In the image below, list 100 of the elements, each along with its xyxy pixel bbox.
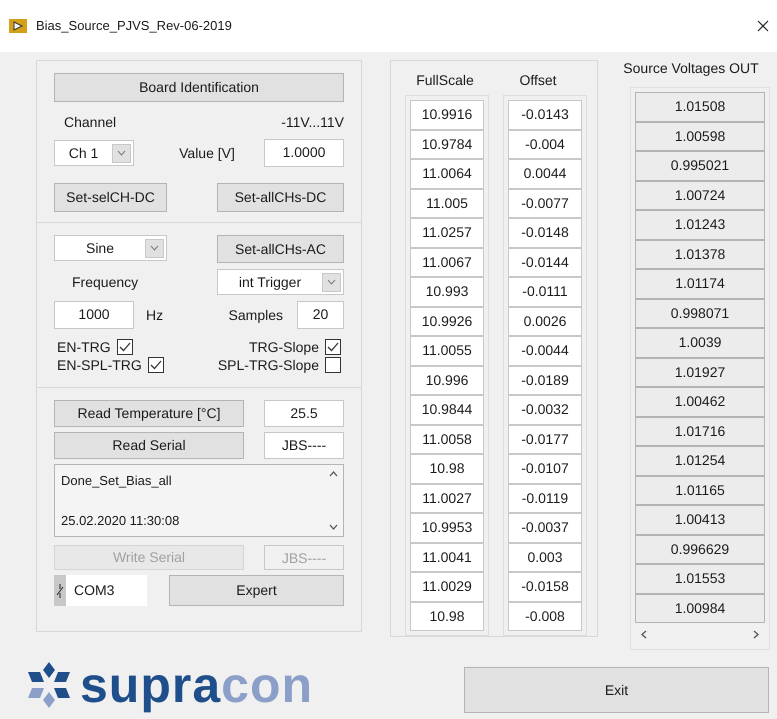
table-cell[interactable]: -0.008 [508, 602, 582, 631]
table-cell[interactable]: 10.9916 [410, 100, 484, 130]
table-cell[interactable]: 0.0026 [508, 306, 582, 336]
table-cell[interactable]: 11.0067 [410, 248, 484, 277]
table-cell[interactable]: -0.0143 [508, 100, 582, 130]
read-serial-button[interactable]: Read Serial [54, 432, 244, 459]
table-cell[interactable]: -0.0077 [508, 188, 582, 218]
channel-label: Channel [64, 113, 116, 132]
table-cell[interactable]: 11.005 [410, 188, 484, 218]
output-value: 1.01243 [635, 210, 765, 240]
samples-field[interactable]: 20 [297, 301, 344, 329]
frequency-unit: Hz [146, 306, 164, 324]
table-cell[interactable]: 10.9926 [410, 306, 484, 336]
expert-button[interactable]: Expert [169, 575, 344, 606]
table-cell[interactable]: -0.0189 [508, 366, 582, 395]
output-value: 0.996629 [635, 534, 765, 564]
column-header: FullScale [415, 71, 475, 90]
table-cell[interactable]: 10.98 [410, 454, 484, 484]
table-cell[interactable]: -0.004 [508, 130, 582, 159]
table-cell[interactable]: 10.9844 [410, 395, 484, 424]
table-cell[interactable]: -0.0158 [508, 572, 582, 602]
board-identification-button[interactable]: Board Identification [54, 73, 344, 102]
checkbox-label: EN-SPL-TRG [57, 357, 142, 373]
channel-select[interactable]: Ch 1 [54, 140, 134, 166]
output-value: 1.01254 [635, 446, 765, 476]
output-value: 1.01378 [635, 240, 765, 269]
table-cell[interactable]: 10.996 [410, 366, 484, 395]
checkbox-label: TRG-Slope [248, 339, 319, 355]
table-cell[interactable]: 0.0044 [508, 159, 582, 188]
table-cell[interactable]: -0.0144 [508, 248, 582, 277]
set-selected-channel-dc-button[interactable]: Set-selCH-DC [54, 183, 167, 212]
table-cell[interactable]: -0.0111 [508, 277, 582, 306]
output-value: 1.01927 [635, 358, 765, 387]
output-value: 1.00724 [635, 180, 765, 210]
trigger-select[interactable]: int Trigger [217, 269, 344, 295]
window-title: Bias_Source_PJVS_Rev-06-2019 [36, 17, 233, 36]
table-cell[interactable]: -0.0177 [508, 424, 582, 454]
port-field[interactable]: COM3 [54, 575, 147, 606]
table-cell[interactable]: 10.993 [410, 277, 484, 306]
output-value: 1.0039 [635, 328, 765, 358]
table-cell[interactable]: -0.0032 [508, 395, 582, 424]
output-value: 1.00984 [635, 594, 765, 623]
table-cell[interactable]: 11.0027 [410, 484, 484, 513]
output-value: 0.998071 [635, 298, 765, 328]
checkbox[interactable] [116, 339, 133, 355]
value-label: Value [V] [179, 144, 235, 163]
set-all-channels-dc-button[interactable]: Set-allCHs-DC [217, 183, 344, 212]
set-all-channels-ac-button[interactable]: Set-allCHs-AC [217, 235, 344, 263]
output-value: 1.00462 [635, 387, 765, 416]
app-icon [8, 18, 28, 34]
logo-text: con [221, 660, 314, 710]
checkbox-label: EN-TRG [57, 339, 111, 355]
column-header: Source Voltages OUT [622, 59, 760, 78]
table-cell[interactable]: -0.0037 [508, 513, 582, 542]
output-value: 0.995021 [635, 151, 765, 180]
scroll-up-icon[interactable] [328, 471, 338, 477]
output-value: 1.01508 [635, 92, 765, 122]
output-value: 1.01174 [635, 269, 765, 298]
checkbox-label: SPL-TRG-Slope [218, 357, 319, 373]
table-cell[interactable]: -0.0148 [508, 218, 582, 248]
logo-text: supra [80, 660, 222, 710]
serial-field[interactable]: JBS---- [264, 432, 344, 459]
exit-button[interactable]: Exit [464, 667, 769, 713]
frequency-label: Frequency [72, 272, 138, 292]
table-cell[interactable]: 11.0257 [410, 218, 484, 248]
output-value: 1.00413 [635, 505, 765, 534]
range-label: -11V...11V [281, 113, 344, 132]
output-value: 1.01716 [635, 416, 765, 446]
table-cell[interactable]: 11.0058 [410, 424, 484, 454]
table-cell[interactable]: 10.9784 [410, 130, 484, 159]
waveform-select[interactable]: Sine [54, 235, 167, 261]
table-cell[interactable]: -0.0044 [508, 336, 582, 366]
io-icon [54, 575, 66, 606]
checkbox[interactable] [325, 357, 341, 373]
log-line: Done_Set_Bias_all [61, 472, 173, 490]
table-cell[interactable]: 10.98 [410, 602, 484, 631]
table-cell[interactable]: 0.003 [508, 542, 582, 572]
frequency-field[interactable]: 1000 [54, 301, 134, 329]
value-field[interactable]: 1.0000 [264, 139, 344, 167]
table-cell[interactable]: 11.0041 [410, 542, 484, 572]
temperature-field[interactable]: 25.5 [264, 400, 344, 427]
close-icon[interactable] [757, 20, 769, 32]
checkbox[interactable] [325, 339, 341, 355]
output-value: 1.01165 [635, 476, 765, 505]
scroll-down-icon[interactable] [328, 524, 338, 530]
samples-label: Samples [228, 306, 283, 325]
scroll-left-icon[interactable] [641, 630, 647, 638]
read-temperature-button[interactable]: Read Temperature [°C] [54, 400, 244, 427]
output-value: 1.01553 [635, 564, 765, 594]
table-cell[interactable]: 10.9953 [410, 513, 484, 542]
output-value: 1.00598 [635, 122, 765, 151]
table-cell[interactable]: -0.0119 [508, 484, 582, 513]
column-header: Offset [518, 71, 558, 90]
scroll-right-icon[interactable] [753, 630, 759, 638]
table-cell[interactable]: 11.0064 [410, 159, 484, 188]
checkbox[interactable] [148, 357, 164, 373]
table-cell[interactable]: 11.0029 [410, 572, 484, 602]
table-cell[interactable]: -0.0107 [508, 454, 582, 484]
log-line: 25.02.2020 11:30:08 [61, 512, 180, 530]
table-cell[interactable]: 11.0055 [410, 336, 484, 366]
